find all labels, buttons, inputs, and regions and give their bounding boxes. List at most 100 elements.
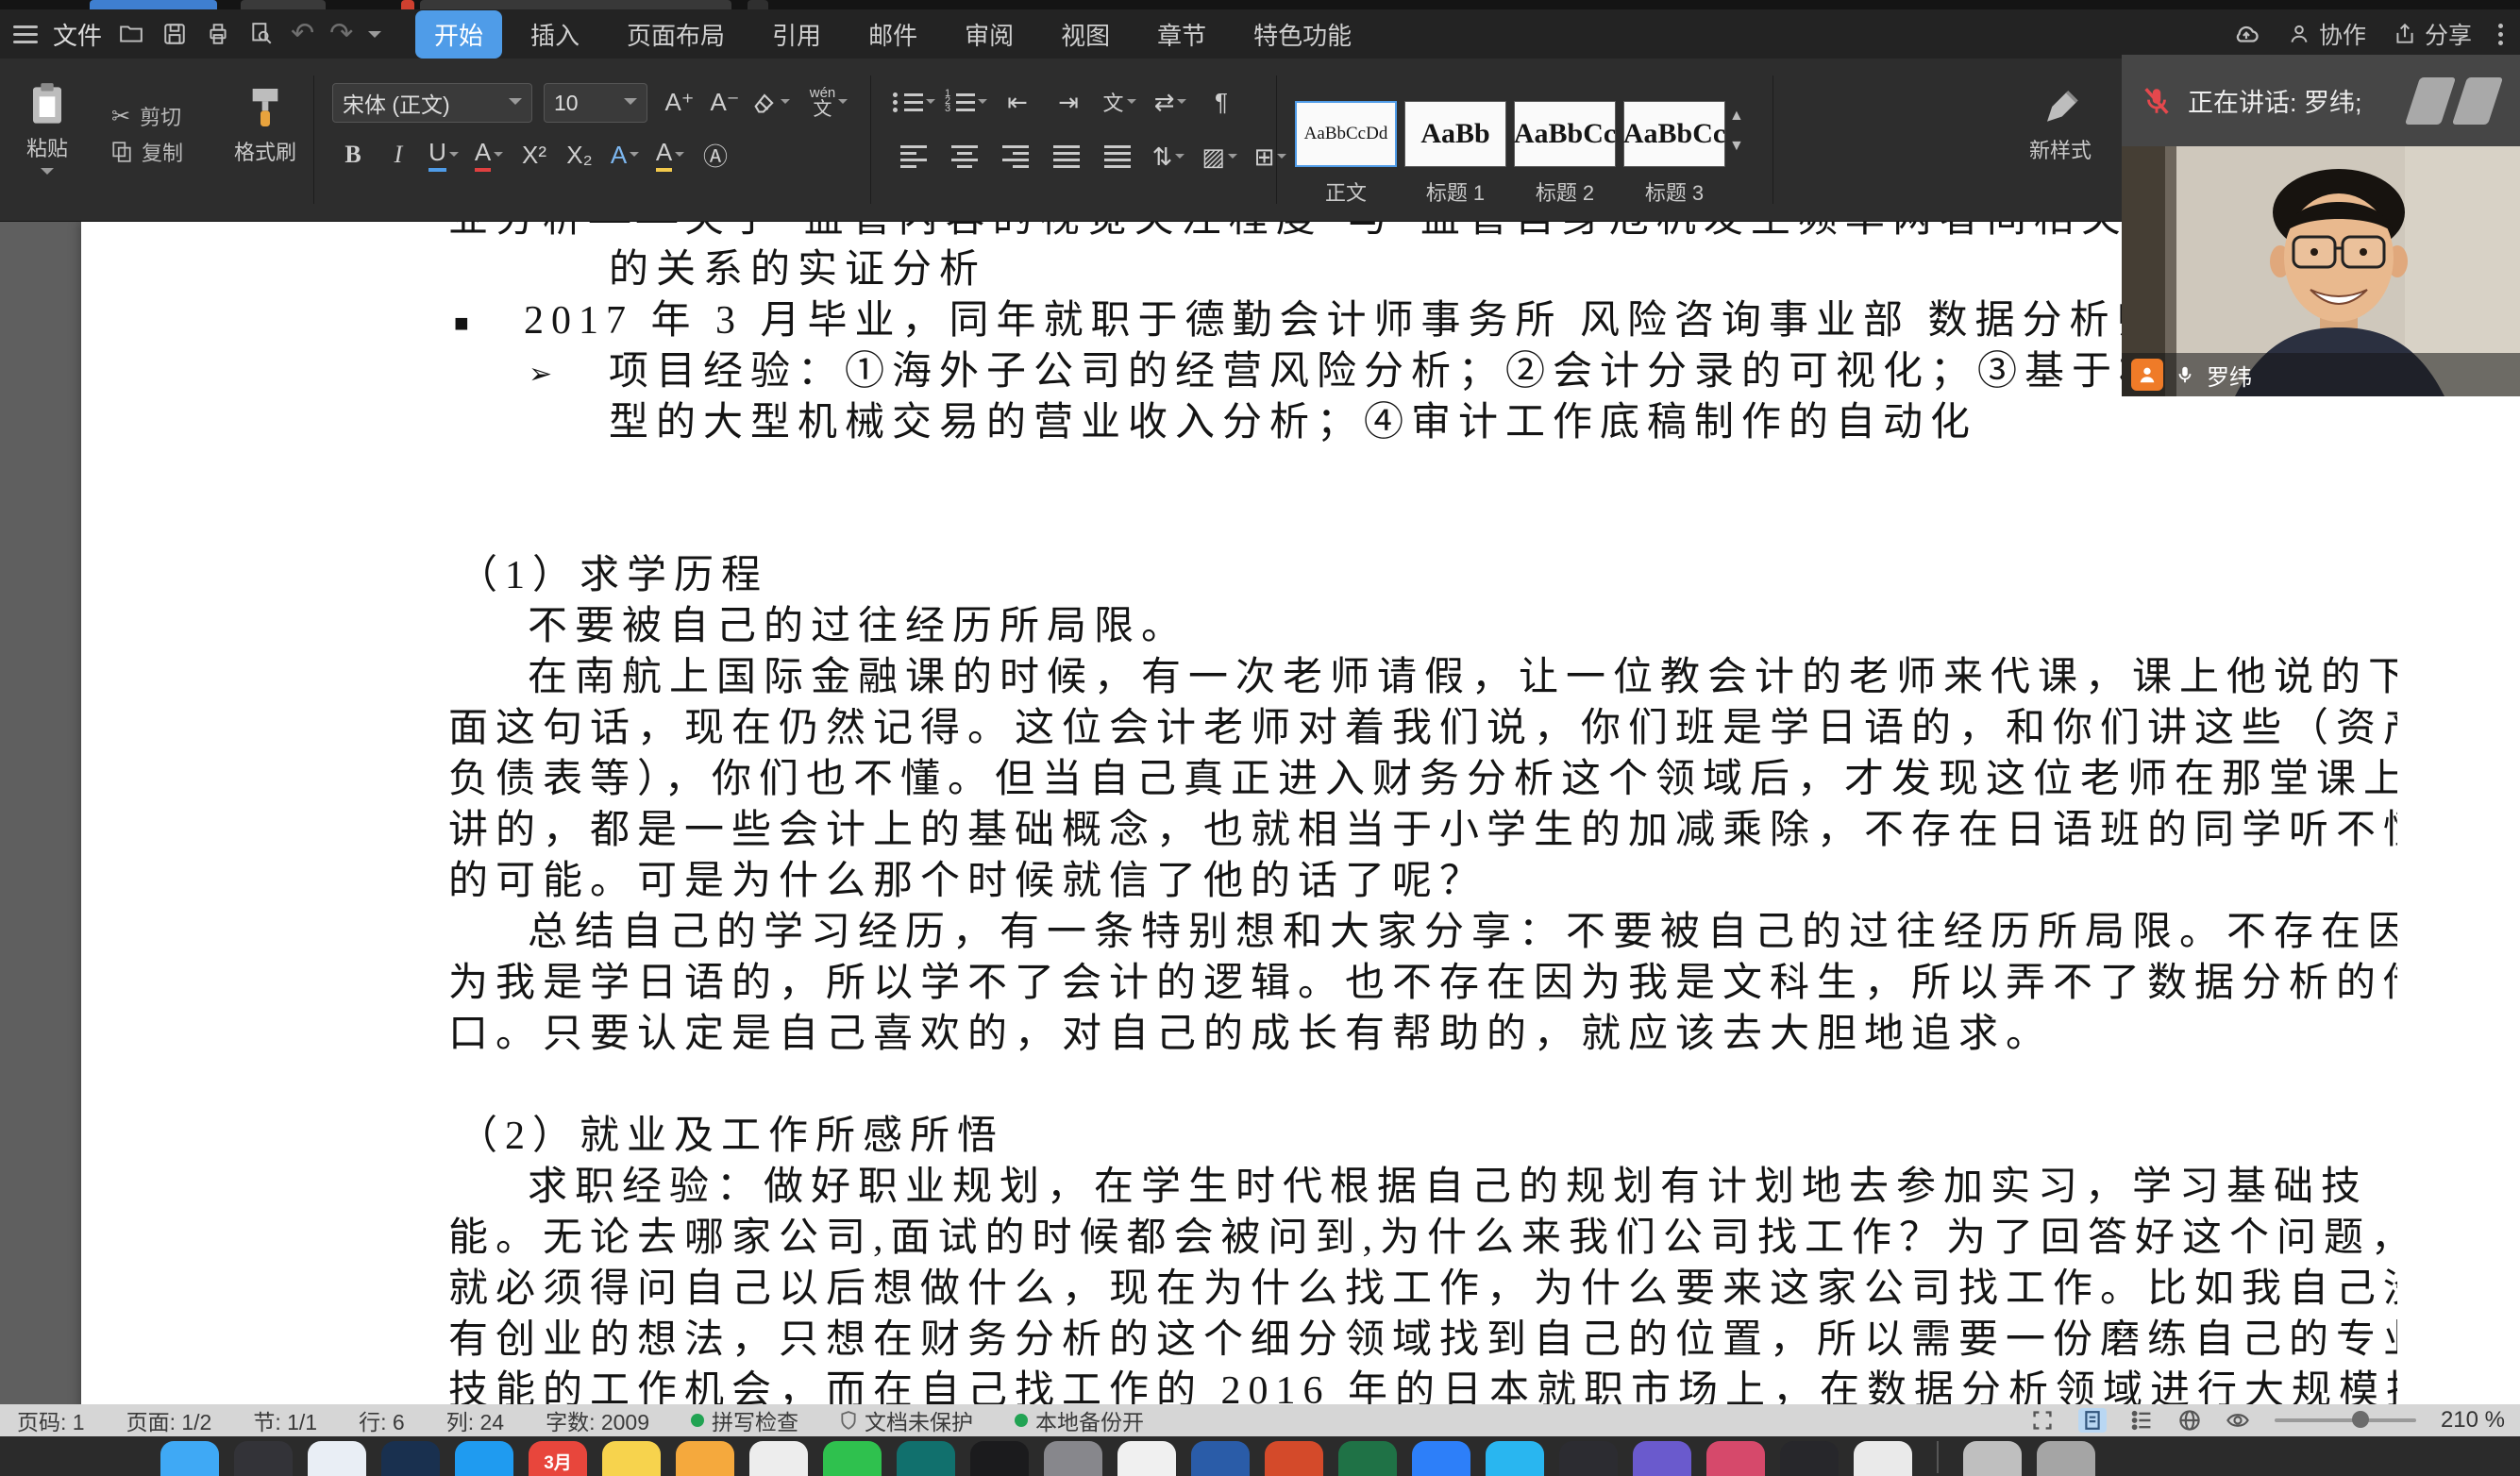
underline-dropdown-icon[interactable] [449,152,459,161]
document-page[interactable]: 业分析——关于“监管内容的视觉关注程度”与“监管自身危机发生频率两者间相关程度的… [81,222,2520,1404]
font-name-select[interactable]: 宋体 (正文) [332,83,532,123]
char-border-button[interactable]: Ⓐ [695,134,736,176]
zoom-slider[interactable] [2275,1418,2416,1422]
dock-icon-notes[interactable] [602,1441,661,1476]
clear-format-button[interactable] [749,81,791,123]
dock-icon-app-orange[interactable] [676,1441,734,1476]
eye-protect-icon[interactable] [2226,1409,2250,1432]
dock-icon-app-dark3[interactable] [1780,1441,1839,1476]
numbered-list-button[interactable] [945,81,987,123]
hamburger-menu-icon[interactable] [13,25,38,43]
text-effects-dropdown-icon[interactable] [630,152,639,161]
more-options-icon[interactable] [2498,24,2503,45]
clear-format-dropdown-icon[interactable] [781,99,790,109]
home-tab-fragment[interactable] [90,0,217,9]
increase-indent-button[interactable]: ⇥ [1048,81,1089,123]
bold-button[interactable]: B [332,134,374,176]
file-menu[interactable]: 文件 [53,17,102,52]
dock-icon-app-white[interactable] [1117,1441,1176,1476]
outline-view-icon[interactable] [2131,1409,2154,1432]
style-item-0[interactable]: AaBbCcDd正文 [1295,101,1397,207]
dock-icon-app-teal[interactable] [897,1441,955,1476]
document-tab-fragment[interactable] [420,0,731,9]
status-item-8[interactable]: 本地备份开 [1015,1404,1144,1436]
webcam-video[interactable]: 罗纬 [2122,146,2520,396]
font-size-select[interactable]: 10 [544,83,647,123]
dock-icon-wechat[interactable] [823,1441,882,1476]
ribbon-tab-7[interactable]: 章节 [1138,10,1225,59]
dock-icon-calendar[interactable]: 3月 [529,1441,587,1476]
cloud-sync-icon[interactable] [2232,20,2260,48]
ribbon-tab-2[interactable]: 页面布局 [608,10,744,59]
macos-dock[interactable]: 3月 [0,1436,2520,1476]
status-item-6[interactable]: 拼写检查 [691,1404,798,1436]
pinyin-guide-button[interactable]: wén文 [808,81,849,123]
show-marks-button[interactable]: ¶ [1201,81,1242,123]
ribbon-tab-4[interactable]: 邮件 [849,10,936,59]
zoom-slider-handle[interactable] [2352,1411,2369,1428]
new-style-button[interactable]: 新样式 [2029,85,2092,164]
dock-icon-app-blue[interactable] [1412,1441,1470,1476]
status-item-5[interactable]: 字数: 2009 [546,1404,649,1436]
borders-button[interactable]: ⊞ [1250,136,1291,177]
ribbon-tab-5[interactable]: 审阅 [946,10,1033,59]
ribbon-tab-0[interactable]: 开始 [415,10,502,59]
bullet-list-button[interactable] [893,81,935,123]
dock-icon-finder[interactable] [160,1441,219,1476]
asian-layout-button[interactable]: 文 [1099,81,1140,123]
dock-icon-app-dark2[interactable] [1559,1441,1618,1476]
redo-icon[interactable]: ↷ [329,20,353,48]
justify-button[interactable] [1046,136,1087,177]
align-center-button[interactable] [944,136,985,177]
paste-dropdown-icon[interactable] [41,168,54,181]
dock-icon-excel[interactable] [1338,1441,1397,1476]
style-item-2[interactable]: AaBbCc标题 2 [1514,101,1616,207]
text-effects-button[interactable]: A [604,134,646,176]
dock-icon-app-dark[interactable] [234,1441,293,1476]
dock-icon-app-grey[interactable] [1044,1441,1102,1476]
ribbon-tab-3[interactable]: 引用 [753,10,840,59]
new-tab-fragment[interactable] [748,0,768,9]
meeting-overlay[interactable]: 正在讲话: 罗纬; [2122,55,2520,396]
font-color-dropdown-icon[interactable] [494,152,503,161]
highlight-button[interactable]: A [649,134,691,176]
shading-dropdown-icon[interactable] [1228,154,1237,163]
superscript-button[interactable]: X² [513,134,555,176]
style-item-3[interactable]: AaBbCc标题 3 [1623,101,1725,207]
distribute-button[interactable] [1097,136,1138,177]
ribbon-tab-8[interactable]: 特色功能 [1235,10,1370,59]
pinyin-dropdown-icon[interactable] [838,99,848,109]
format-painter-button[interactable]: 格式刷 [234,85,296,166]
web-view-icon[interactable] [2178,1409,2201,1432]
print-preview-icon[interactable] [247,20,276,48]
dock-icon-app-purple[interactable] [1633,1441,1691,1476]
font-color-button[interactable]: A [468,134,510,176]
save-icon[interactable] [160,20,189,48]
share-button[interactable]: 分享 [2393,17,2472,51]
collaborate-button[interactable]: 协作 [2287,17,2366,51]
underline-button[interactable]: U [423,134,464,176]
zoom-level[interactable]: 210 % [2441,1407,2505,1434]
styles-scroll-up-icon[interactable]: ▲ [1729,108,1744,125]
dock-icon-downloads[interactable] [1963,1441,2022,1476]
dock-icon-app-cyan[interactable] [1486,1441,1544,1476]
ribbon-tab-6[interactable]: 视图 [1042,10,1129,59]
char-scale-button[interactable]: ⇄ [1150,81,1191,123]
dock-icon-word[interactable] [1191,1441,1250,1476]
increase-font-button[interactable]: A⁺ [659,81,700,123]
document-viewport[interactable]: 业分析——关于“监管内容的视觉关注程度”与“监管自身危机发生频率两者间相关程度的… [0,222,2520,1404]
shading-button[interactable]: ▨ [1199,136,1240,177]
status-item-7[interactable]: 文档未保护 [840,1404,973,1436]
copy-button[interactable]: 复制 [111,134,183,170]
borders-dropdown-icon[interactable] [1277,154,1286,163]
styles-scroll-down-icon[interactable]: ▼ [1729,138,1744,155]
align-left-button[interactable] [893,136,934,177]
italic-button[interactable]: I [378,134,419,176]
line-spacing-dropdown-icon[interactable] [1175,154,1184,163]
cut-button[interactable]: ✂ 剪切 [111,98,183,134]
page-view-icon[interactable] [2078,1408,2107,1433]
style-item-1[interactable]: AaBb标题 1 [1404,101,1506,207]
dock-icon-app-white2[interactable] [1854,1441,1912,1476]
decrease-indent-button[interactable]: ⇤ [997,81,1038,123]
document-tab-strip[interactable] [0,0,2520,9]
